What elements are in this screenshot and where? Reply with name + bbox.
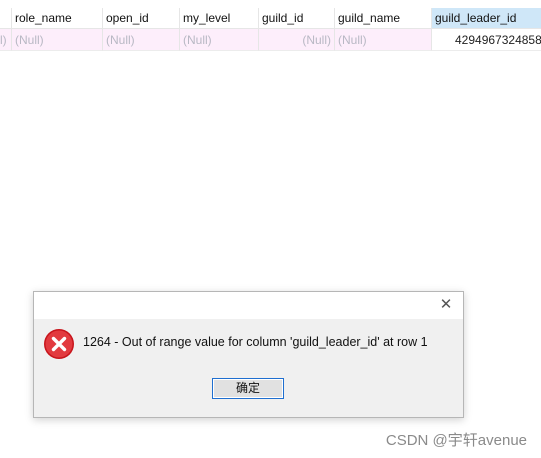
grid-header-row: role_name open_id my_level guild_id guil… bbox=[0, 8, 541, 29]
close-icon[interactable]: ✕ bbox=[437, 296, 455, 314]
column-header-my-level[interactable]: my_level bbox=[180, 8, 259, 29]
column-header-guild-leader-id[interactable]: guild_leader_id bbox=[432, 8, 541, 29]
error-message: 1264 - Out of range value for column 'gu… bbox=[83, 335, 428, 349]
dialog-titlebar[interactable]: ✕ bbox=[34, 292, 463, 319]
error-dialog: ✕ 1264 - Out of range value for column '… bbox=[33, 291, 464, 418]
cell-role-name[interactable]: (Null) bbox=[12, 29, 103, 51]
data-grid: role_name open_id my_level guild_id guil… bbox=[0, 8, 541, 51]
cell-open-id[interactable]: (Null) bbox=[103, 29, 180, 51]
error-icon bbox=[44, 329, 74, 359]
column-header-guild-name[interactable]: guild_name bbox=[335, 8, 432, 29]
column-header-guild-id[interactable]: guild_id bbox=[259, 8, 335, 29]
cell-guild-id[interactable]: (Null) bbox=[259, 29, 335, 51]
app-window: role_name open_id my_level guild_id guil… bbox=[0, 0, 541, 458]
cell-partial[interactable]: l) bbox=[0, 29, 12, 51]
table-row[interactable]: l) (Null) (Null) (Null) (Null) (Null) 42… bbox=[0, 29, 541, 51]
cell-my-level[interactable]: (Null) bbox=[180, 29, 259, 51]
column-header-open-id[interactable]: open_id bbox=[103, 8, 180, 29]
column-header-role-name[interactable]: role_name bbox=[12, 8, 103, 29]
watermark: CSDN @宇轩avenue bbox=[385, 432, 527, 449]
cell-guild-leader-id[interactable]: 4294967324858 bbox=[432, 29, 541, 51]
ok-button[interactable]: 确定 bbox=[212, 378, 284, 399]
grid-header-partial[interactable] bbox=[0, 8, 12, 29]
cell-guild-name[interactable]: (Null) bbox=[335, 29, 432, 51]
